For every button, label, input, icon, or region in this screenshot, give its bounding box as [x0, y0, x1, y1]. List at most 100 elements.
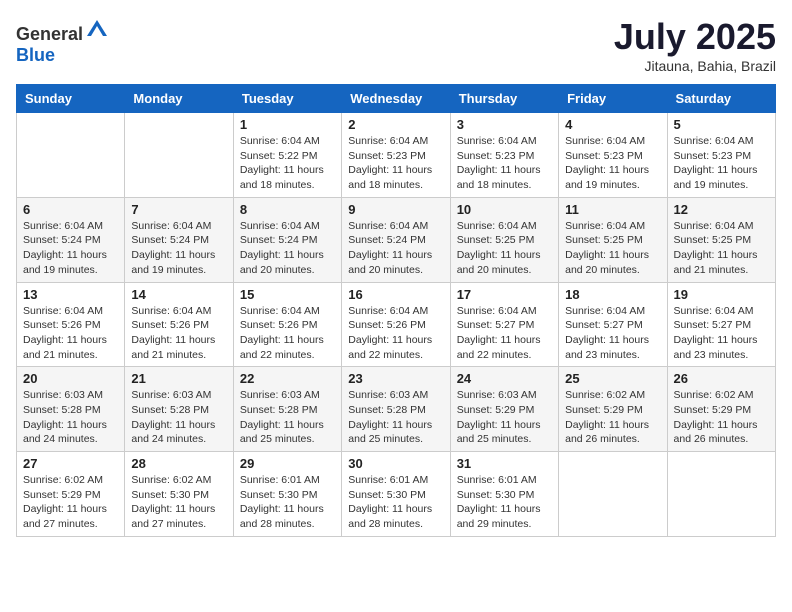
- day-info: Sunrise: 6:04 AMSunset: 5:24 PMDaylight:…: [240, 219, 335, 278]
- day-number: 23: [348, 371, 443, 386]
- day-info: Sunrise: 6:04 AMSunset: 5:23 PMDaylight:…: [565, 134, 660, 193]
- day-info: Sunrise: 6:03 AMSunset: 5:28 PMDaylight:…: [348, 388, 443, 447]
- day-info: Sunrise: 6:02 AMSunset: 5:29 PMDaylight:…: [565, 388, 660, 447]
- day-number: 30: [348, 456, 443, 471]
- day-number: 9: [348, 202, 443, 217]
- calendar-day-cell: [17, 113, 125, 198]
- day-number: 15: [240, 287, 335, 302]
- day-info: Sunrise: 6:03 AMSunset: 5:28 PMDaylight:…: [240, 388, 335, 447]
- day-info: Sunrise: 6:04 AMSunset: 5:26 PMDaylight:…: [23, 304, 118, 363]
- calendar-day-cell: [667, 452, 775, 537]
- day-info: Sunrise: 6:02 AMSunset: 5:29 PMDaylight:…: [674, 388, 769, 447]
- calendar-day-cell: 21Sunrise: 6:03 AMSunset: 5:28 PMDayligh…: [125, 367, 233, 452]
- day-number: 6: [23, 202, 118, 217]
- day-number: 20: [23, 371, 118, 386]
- calendar-day-cell: 24 Sunrise: 6:03 AMSunset: 5:29 PMDayligh…: [450, 367, 558, 452]
- day-info: Sunrise: 6:04 AMSunset: 5:25 PMDaylight:…: [457, 219, 552, 278]
- calendar-day-cell: 14 Sunrise: 6:04 AMSunset: 5:26 PMDayligh…: [125, 282, 233, 367]
- month-title: July 2025: [614, 16, 776, 58]
- calendar-day-cell: 9 Sunrise: 6:04 AMSunset: 5:24 PMDaylight…: [342, 197, 450, 282]
- day-info: Sunrise: 6:03 AMSunset: 5:29 PMDaylight:…: [457, 388, 552, 447]
- calendar-day-cell: 20 Sunrise: 6:03 AMSunset: 5:28 PMDayligh…: [17, 367, 125, 452]
- calendar-day-cell: 18 Sunrise: 6:04 AMSunset: 5:27 PMDayligh…: [559, 282, 667, 367]
- day-number: 14: [131, 287, 226, 302]
- day-number: 4: [565, 117, 660, 132]
- logo: General Blue: [16, 16, 109, 66]
- calendar-day-cell: 1Sunrise: 6:04 AMSunset: 5:22 PMDaylight…: [233, 113, 341, 198]
- day-number: 18: [565, 287, 660, 302]
- day-of-week-header: Sunday: [17, 85, 125, 113]
- calendar-day-cell: 11 Sunrise: 6:04 AMSunset: 5:25 PMDayligh…: [559, 197, 667, 282]
- day-number: 8: [240, 202, 335, 217]
- day-number: 29: [240, 456, 335, 471]
- day-info: Sunrise: 6:04 AMSunset: 5:22 PMDaylight:…: [240, 134, 335, 193]
- calendar-week-row: 27 Sunrise: 6:02 AMSunset: 5:29 PMDayligh…: [17, 452, 776, 537]
- day-info: Sunrise: 6:04 AMSunset: 5:27 PMDaylight:…: [565, 304, 660, 363]
- calendar-day-cell: 13 Sunrise: 6:04 AMSunset: 5:26 PMDayligh…: [17, 282, 125, 367]
- day-info: Sunrise: 6:04 AMSunset: 5:23 PMDaylight:…: [348, 134, 443, 193]
- calendar-day-cell: 25 Sunrise: 6:02 AMSunset: 5:29 PMDayligh…: [559, 367, 667, 452]
- day-of-week-header: Tuesday: [233, 85, 341, 113]
- day-info: Sunrise: 6:01 AMSunset: 5:30 PMDaylight:…: [240, 473, 335, 532]
- calendar-day-cell: 3Sunrise: 6:04 AMSunset: 5:23 PMDaylight…: [450, 113, 558, 198]
- calendar-day-cell: 2Sunrise: 6:04 AMSunset: 5:23 PMDaylight…: [342, 113, 450, 198]
- day-number: 11: [565, 202, 660, 217]
- day-number: 19: [674, 287, 769, 302]
- calendar-day-cell: 16Sunrise: 6:04 AMSunset: 5:26 PMDayligh…: [342, 282, 450, 367]
- day-number: 17: [457, 287, 552, 302]
- calendar-day-cell: 10 Sunrise: 6:04 AMSunset: 5:25 PMDayligh…: [450, 197, 558, 282]
- calendar-day-cell: 26 Sunrise: 6:02 AMSunset: 5:29 PMDayligh…: [667, 367, 775, 452]
- calendar-day-cell: 22 Sunrise: 6:03 AMSunset: 5:28 PMDayligh…: [233, 367, 341, 452]
- day-of-week-header: Friday: [559, 85, 667, 113]
- location: Jitauna, Bahia, Brazil: [614, 58, 776, 74]
- calendar-day-cell: 19 Sunrise: 6:04 AMSunset: 5:27 PMDayligh…: [667, 282, 775, 367]
- day-number: 12: [674, 202, 769, 217]
- day-of-week-header: Wednesday: [342, 85, 450, 113]
- day-info: Sunrise: 6:04 AMSunset: 5:23 PMDaylight:…: [674, 134, 769, 193]
- calendar-header: SundayMondayTuesdayWednesdayThursdayFrid…: [17, 85, 776, 113]
- calendar-day-cell: 12 Sunrise: 6:04 AMSunset: 5:25 PMDayligh…: [667, 197, 775, 282]
- day-number: 22: [240, 371, 335, 386]
- calendar-table: SundayMondayTuesdayWednesdayThursdayFrid…: [16, 84, 776, 537]
- day-number: 13: [23, 287, 118, 302]
- day-number: 10: [457, 202, 552, 217]
- calendar-day-cell: 30 Sunrise: 6:01 AMSunset: 5:30 PMDayligh…: [342, 452, 450, 537]
- day-of-week-header: Thursday: [450, 85, 558, 113]
- day-info: Sunrise: 6:04 AMSunset: 5:25 PMDaylight:…: [565, 219, 660, 278]
- calendar-day-cell: 8 Sunrise: 6:04 AMSunset: 5:24 PMDaylight…: [233, 197, 341, 282]
- calendar-week-row: 20 Sunrise: 6:03 AMSunset: 5:28 PMDayligh…: [17, 367, 776, 452]
- day-info: Sunrise: 6:04 AMSunset: 5:24 PMDaylight:…: [348, 219, 443, 278]
- day-number: 7: [131, 202, 226, 217]
- day-number: 25: [565, 371, 660, 386]
- logo-blue-text: Blue: [16, 45, 55, 65]
- calendar-week-row: 6 Sunrise: 6:04 AMSunset: 5:24 PMDaylight…: [17, 197, 776, 282]
- day-info: Sunrise: 6:04 AMSunset: 5:25 PMDaylight:…: [674, 219, 769, 278]
- calendar-day-cell: 29 Sunrise: 6:01 AMSunset: 5:30 PMDayligh…: [233, 452, 341, 537]
- calendar-day-cell: 17Sunrise: 6:04 AMSunset: 5:27 PMDayligh…: [450, 282, 558, 367]
- day-info: Sunrise: 6:03 AMSunset: 5:28 PMDaylight:…: [23, 388, 118, 447]
- day-number: 3: [457, 117, 552, 132]
- day-number: 31: [457, 456, 552, 471]
- page-header: General Blue July 2025 Jitauna, Bahia, B…: [16, 16, 776, 74]
- calendar-day-cell: 15 Sunrise: 6:04 AMSunset: 5:26 PMDayligh…: [233, 282, 341, 367]
- calendar-day-cell: 7Sunrise: 6:04 AMSunset: 5:24 PMDaylight…: [125, 197, 233, 282]
- day-info: Sunrise: 6:01 AMSunset: 5:30 PMDaylight:…: [348, 473, 443, 532]
- day-info: Sunrise: 6:04 AMSunset: 5:26 PMDaylight:…: [131, 304, 226, 363]
- logo-general-text: General: [16, 24, 83, 44]
- day-number: 27: [23, 456, 118, 471]
- day-of-week-header: Monday: [125, 85, 233, 113]
- calendar-week-row: 13 Sunrise: 6:04 AMSunset: 5:26 PMDayligh…: [17, 282, 776, 367]
- calendar-day-cell: 27 Sunrise: 6:02 AMSunset: 5:29 PMDayligh…: [17, 452, 125, 537]
- day-number: 26: [674, 371, 769, 386]
- day-info: Sunrise: 6:01 AMSunset: 5:30 PMDaylight:…: [457, 473, 552, 532]
- day-info: Sunrise: 6:02 AMSunset: 5:29 PMDaylight:…: [23, 473, 118, 532]
- header-row: SundayMondayTuesdayWednesdayThursdayFrid…: [17, 85, 776, 113]
- day-info: Sunrise: 6:04 AMSunset: 5:26 PMDaylight:…: [240, 304, 335, 363]
- day-number: 24: [457, 371, 552, 386]
- calendar-day-cell: 23 Sunrise: 6:03 AMSunset: 5:28 PMDayligh…: [342, 367, 450, 452]
- calendar-week-row: 1Sunrise: 6:04 AMSunset: 5:22 PMDaylight…: [17, 113, 776, 198]
- day-info: Sunrise: 6:04 AMSunset: 5:27 PMDaylight:…: [674, 304, 769, 363]
- day-number: 5: [674, 117, 769, 132]
- calendar-body: 1Sunrise: 6:04 AMSunset: 5:22 PMDaylight…: [17, 113, 776, 537]
- day-info: Sunrise: 6:04 AMSunset: 5:24 PMDaylight:…: [23, 219, 118, 278]
